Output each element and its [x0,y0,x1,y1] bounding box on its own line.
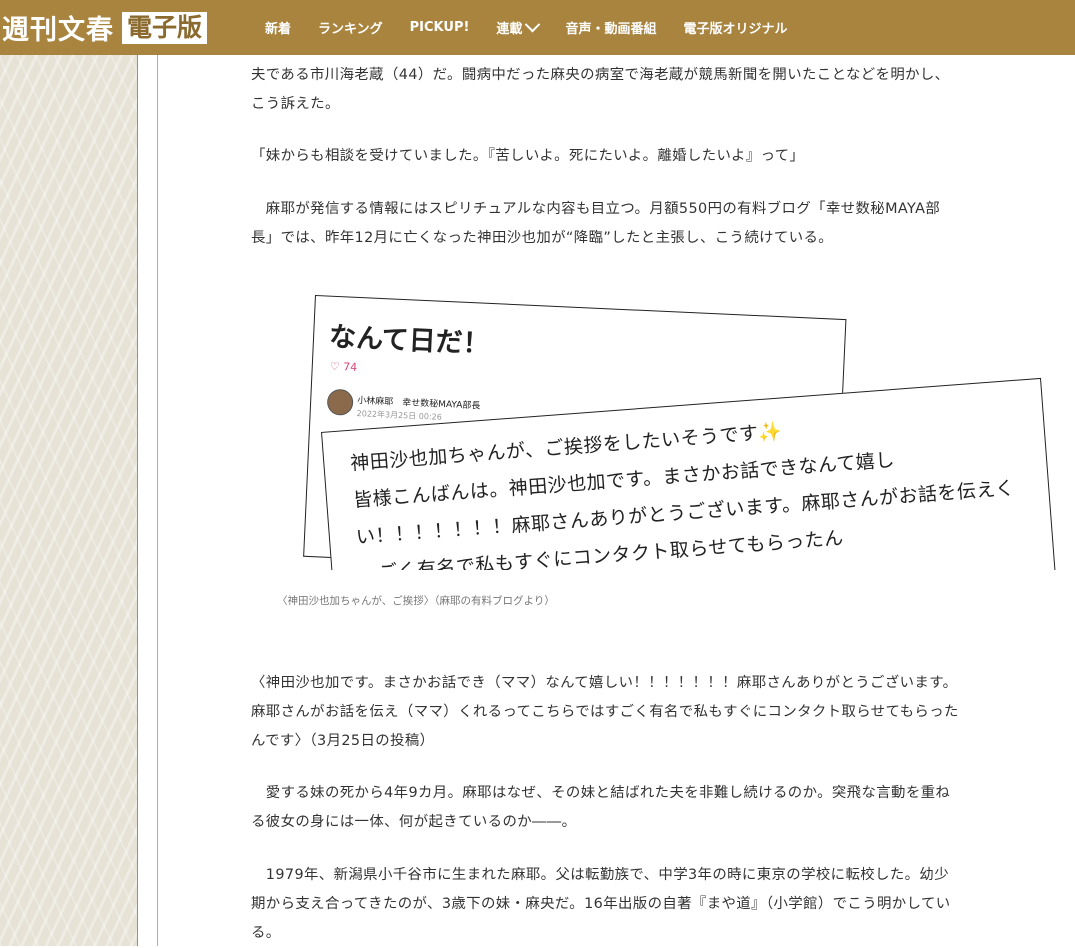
nav-new[interactable]: 新着 [265,18,291,37]
article-content: 夫である市川海老蔵（44）だ。闘病中だった麻央の病室で海老蔵が競馬新聞を開いたこ… [137,55,1075,946]
avatar [326,388,354,416]
blog-post-date: 2022年3月25日 00:26 [356,409,443,422]
nav-pickup[interactable]: PICKUP! [410,18,470,37]
blog-post-title: なんて日だ！ [328,321,491,360]
article-paragraph-2: 「妹からも相談を受けていました。『苦しいよ。死にたいよ。離婚したいよ』って」 [251,148,805,164]
article-paragraph-6: 1979年、新潟県小千谷市に生まれた麻耶。父は転勤族で、中学3年の時に東京の学校… [251,867,951,941]
sparkle-icon: ✨ [757,420,784,445]
nav-series[interactable]: 連載 [496,16,541,37]
like-count: ♡ 74 [329,359,358,374]
article-paragraph-3: 麻耶が発信する情報にはスピリチュアルな内容も目立つ。月額550円の有料ブログ「幸… [251,201,941,246]
article-paragraph-5: 愛する妹の死から4年9カ月。麻耶はなぜ、その妹と結ばれた夫を非難し続けるのか。突… [251,785,951,830]
image-caption: 〈神田沙也加ちゃんが、ご挨拶〉（麻耶の有料ブログより） [277,595,555,607]
article-paragraph-1: 夫である市川海老蔵（44）だ。闘病中だった麻央の病室で海老蔵が競馬新聞を開いたこ… [251,67,950,112]
logo-digital-badge: 電子版 [122,11,208,44]
article-paragraph-4: 〈神田沙也加です。まさかお話でき（ママ）なんて嬉しい！！！！！！！麻耶さんありが… [251,675,959,749]
nav-series-label: 連載 [496,22,523,37]
chevron-down-icon [525,16,541,33]
logo-text: 週刊文春 [2,15,114,46]
nav-audio-video[interactable]: 音声・動画番組 [565,18,656,37]
article-column: 夫である市川海老蔵（44）だ。闘病中だった麻央の病室で海老蔵が競馬新聞を開いたこ… [157,55,1075,946]
main-nav: 新着 ランキング PICKUP! 連載 音声・動画番組 電子版オリジナル [265,16,814,37]
site-header: 週刊文春 電子版 新着 ランキング PICKUP! 連載 音声・動画番組 電子版… [0,0,1075,55]
nav-ranking[interactable]: ランキング [318,18,383,37]
blog-screenshot-image[interactable]: なんて日だ！ ♡ 74 小林麻耶 幸せ数秘MAYA部長 2022年3月25日 0… [297,292,1057,570]
site-logo[interactable]: 週刊文春 電子版 [2,8,208,47]
nav-digital-original[interactable]: 電子版オリジナル [683,18,787,37]
